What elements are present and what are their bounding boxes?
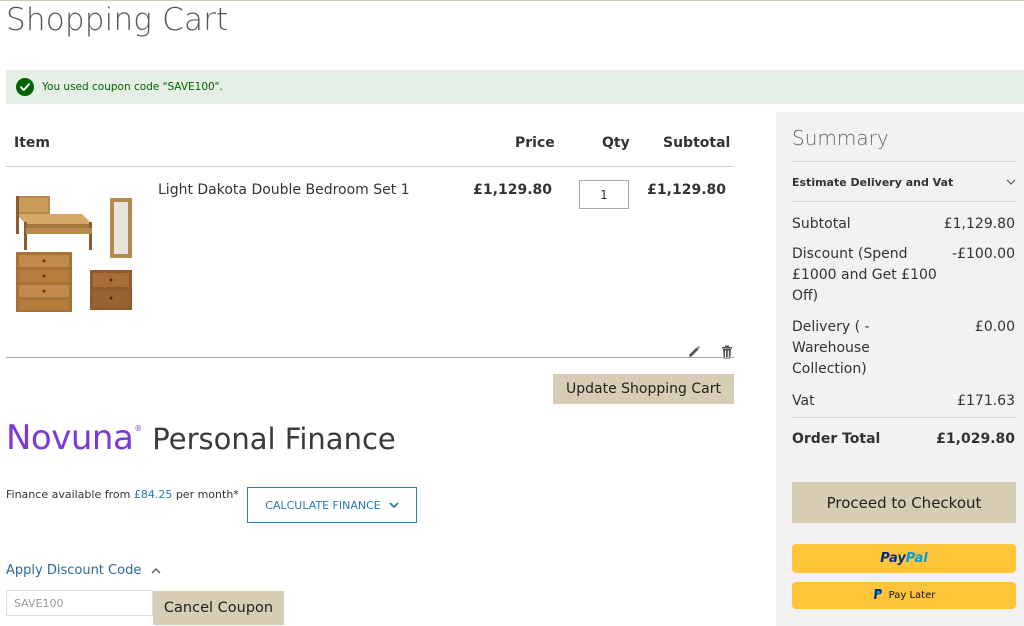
order-summary: Summary Estimate Delivery and Vat Subtot… [776, 112, 1024, 626]
order-total-label: Order Total [792, 431, 881, 447]
paypal-logo-pay: Pay [880, 551, 906, 566]
bedside-illustration [90, 270, 132, 310]
summary-delivery-value: £0.00 [974, 319, 1015, 335]
summary-discount-label: Discount (Spend £1000 and Get £100 Off) [792, 246, 937, 304]
check-circle-icon [16, 78, 34, 96]
paypal-p-icon [873, 588, 883, 603]
page-title: Shopping Cart [6, 2, 229, 38]
summary-title: Summary [792, 126, 889, 150]
novuna-logo: Novuna ® Personal Finance [6, 418, 396, 458]
order-total-value: £1,029.80 [936, 431, 1015, 447]
personal-finance-text: Personal Finance [152, 422, 396, 456]
column-header-qty: Qty [602, 135, 630, 151]
paypal-pay-later-button[interactable]: Pay Later [792, 582, 1016, 609]
product-subtotal: £1,129.80 [647, 182, 726, 198]
estimate-delivery-label: Estimate Delivery and Vat [792, 176, 954, 189]
apply-discount-toggle[interactable]: Apply Discount Code [6, 563, 161, 578]
finance-suffix: per month* [172, 488, 239, 501]
summary-delivery-label: Delivery ( - Warehouse Collection) [792, 319, 870, 377]
registered-mark: ® [134, 424, 143, 433]
column-header-price: Price [515, 135, 555, 151]
table-header-divider [6, 166, 734, 167]
quantity-input[interactable] [579, 180, 629, 209]
product-image[interactable] [12, 192, 136, 314]
pay-later-label: Pay Later [888, 590, 936, 601]
mirror-illustration [110, 198, 132, 258]
proceed-to-checkout-button[interactable]: Proceed to Checkout [792, 482, 1016, 523]
chevron-down-icon [1006, 176, 1016, 189]
summary-subtotal-value: £1,129.80 [943, 216, 1015, 232]
table-row-divider [6, 357, 734, 358]
paypal-button[interactable]: Pay Pal [792, 544, 1016, 573]
top-border [0, 0, 1024, 1]
product-name[interactable]: Light Dakota Double Bedroom Set 1 [158, 182, 410, 198]
chevron-down-icon [389, 499, 399, 512]
calculate-finance-label: CALCULATE FINANCE [265, 498, 381, 512]
summary-discount-value: -£100.00 [952, 246, 1015, 262]
estimate-delivery-toggle[interactable]: Estimate Delivery and Vat [792, 176, 1016, 189]
finance-availability-text: Finance available from £84.25 per month* [6, 488, 239, 501]
summary-vat-label: Vat [792, 393, 815, 409]
finance-prefix: Finance available from [6, 488, 134, 501]
chevron-up-icon [151, 563, 161, 578]
summary-vat-value: £171.63 [957, 393, 1015, 409]
cancel-coupon-button[interactable]: Cancel Coupon [153, 591, 284, 625]
notice-message: You used coupon code "SAVE100". [42, 81, 223, 93]
coupon-success-notice: You used coupon code "SAVE100". [6, 70, 1024, 104]
summary-divider [792, 161, 1016, 162]
summary-subtotal-label: Subtotal [792, 216, 851, 232]
bed-illustration [16, 196, 92, 250]
update-cart-button[interactable]: Update Shopping Cart [553, 374, 734, 404]
column-header-item: Item [14, 135, 50, 151]
calculate-finance-button[interactable]: CALCULATE FINANCE [247, 487, 417, 523]
chest-illustration [16, 252, 72, 312]
novuna-brand-text: Novuna [6, 418, 134, 458]
finance-monthly-amount: £84.25 [133, 488, 173, 501]
paypal-logo-pal: Pal [905, 551, 928, 566]
apply-discount-label: Apply Discount Code [6, 563, 142, 578]
summary-divider [792, 201, 1016, 202]
column-header-subtotal: Subtotal [663, 135, 731, 151]
summary-total-divider [792, 417, 1016, 418]
discount-code-input[interactable] [6, 590, 153, 616]
product-price: £1,129.80 [473, 182, 552, 198]
